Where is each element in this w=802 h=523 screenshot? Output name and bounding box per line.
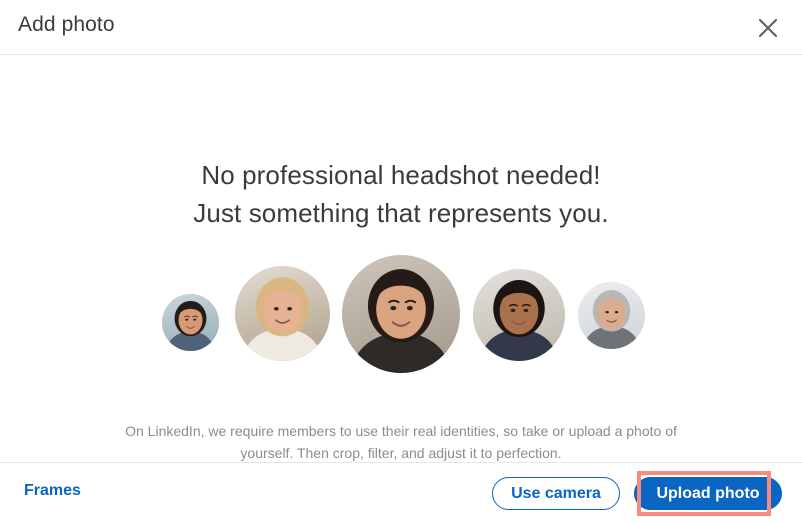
- avatar-gallery: [0, 250, 802, 395]
- dialog-footer: Frames Use camera Upload photo: [0, 462, 802, 523]
- upload-photo-button[interactable]: Upload photo: [634, 477, 782, 510]
- close-button[interactable]: [746, 6, 790, 50]
- footer-actions: Use camera Upload photo: [492, 463, 802, 523]
- add-photo-dialog: Add photo No professional headshot neede…: [0, 0, 802, 523]
- avatar-1: [162, 294, 219, 351]
- dialog-body: No professional headshot needed! Just so…: [0, 55, 802, 462]
- frames-button[interactable]: Frames: [24, 482, 81, 500]
- avatar-4: [473, 269, 565, 361]
- avatar-3: [342, 255, 460, 373]
- headline: No professional headshot needed! Just so…: [0, 156, 802, 232]
- page-title: Add photo: [18, 13, 115, 36]
- avatar-2: [235, 266, 330, 361]
- dialog-header: Add photo: [0, 0, 802, 55]
- close-icon: [757, 17, 779, 39]
- use-camera-button[interactable]: Use camera: [492, 477, 620, 510]
- headline-line-2: Just something that represents you.: [193, 198, 609, 228]
- identity-disclaimer: On LinkedIn, we require members to use t…: [125, 423, 677, 461]
- headline-line-1: No professional headshot needed!: [201, 160, 601, 190]
- avatar-5: [578, 282, 645, 349]
